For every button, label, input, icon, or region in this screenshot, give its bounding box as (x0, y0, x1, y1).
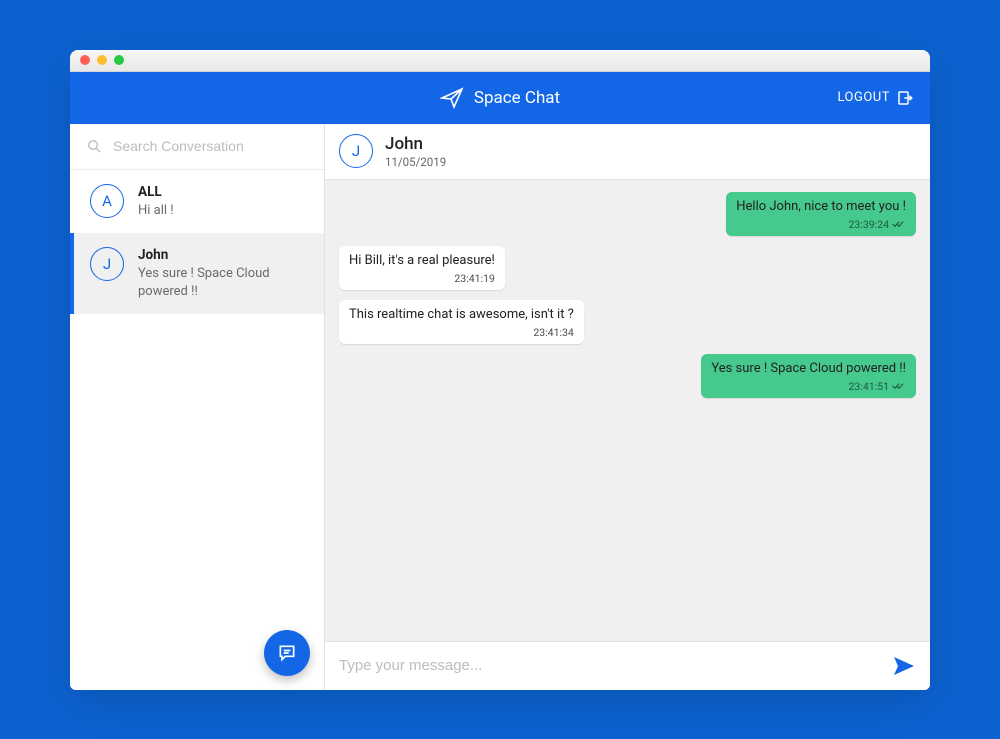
chat-icon (277, 643, 297, 663)
message-meta: 23:41:51 (711, 380, 906, 393)
logout-button[interactable]: LOGOUT (837, 89, 914, 107)
search-bar (70, 124, 324, 170)
message-text: Hello John, nice to meet you ! (736, 199, 906, 214)
message-text: This realtime chat is awesome, isn't it … (349, 307, 574, 322)
avatar: J (339, 134, 373, 168)
avatar: A (90, 184, 124, 218)
search-icon (86, 138, 103, 155)
app-bar: Space Chat LOGOUT (70, 72, 930, 124)
message-received: This realtime chat is awesome, isn't it … (339, 300, 584, 344)
chat-contact-name: John (385, 134, 446, 154)
message-time: 23:41:34 (533, 326, 574, 339)
new-chat-button[interactable] (264, 630, 310, 676)
app-window: Space Chat LOGOUT A (70, 50, 930, 690)
window-minimize-button[interactable] (97, 55, 107, 65)
read-receipt-icon (892, 219, 906, 229)
conversation-preview: Hi all ! (138, 202, 174, 220)
message-time: 23:39:24 (849, 218, 890, 231)
conversation-title: ALL (138, 184, 174, 200)
conversation-list: A ALL Hi all ! J John Yes sure ! Space C… (70, 170, 324, 690)
read-receipt-icon (892, 381, 906, 391)
composer-input[interactable] (339, 657, 880, 674)
paper-plane-icon (440, 86, 464, 110)
conversation-item[interactable]: J John Yes sure ! Space Cloud powered !! (70, 233, 324, 314)
message-meta: 23:39:24 (736, 218, 906, 231)
app-body: A ALL Hi all ! J John Yes sure ! Space C… (70, 124, 930, 690)
search-input[interactable] (113, 138, 308, 154)
message-sent: Yes sure ! Space Cloud powered !! 23:41:… (701, 354, 916, 398)
message-meta: 23:41:34 (349, 326, 574, 339)
conversation-title: John (138, 247, 308, 263)
message-meta: 23:41:19 (349, 272, 495, 285)
chat-date: 11/05/2019 (385, 155, 446, 169)
app-title: Space Chat (474, 88, 560, 108)
avatar: J (90, 247, 124, 281)
send-button[interactable] (892, 654, 916, 678)
message-text: Hi Bill, it's a real pleasure! (349, 253, 495, 268)
chat-panel: J John 11/05/2019 Hello John, nice to me… (325, 124, 930, 690)
send-icon (892, 654, 916, 678)
messages-list: Hello John, nice to meet you ! 23:39:24 … (325, 180, 930, 641)
window-close-button[interactable] (80, 55, 90, 65)
window-maximize-button[interactable] (114, 55, 124, 65)
message-received: Hi Bill, it's a real pleasure! 23:41:19 (339, 246, 505, 290)
conversation-preview: Yes sure ! Space Cloud powered !! (138, 265, 308, 300)
message-sent: Hello John, nice to meet you ! 23:39:24 (726, 192, 916, 236)
message-time: 23:41:19 (454, 272, 495, 285)
window-titlebar (70, 50, 930, 72)
app-brand: Space Chat (440, 86, 560, 110)
chat-header: J John 11/05/2019 (325, 124, 930, 180)
sidebar: A ALL Hi all ! J John Yes sure ! Space C… (70, 124, 325, 690)
composer (325, 641, 930, 690)
message-text: Yes sure ! Space Cloud powered !! (711, 361, 906, 376)
logout-label: LOGOUT (837, 90, 890, 105)
message-time: 23:41:51 (849, 380, 890, 393)
logout-icon (896, 89, 914, 107)
conversation-item[interactable]: A ALL Hi all ! (70, 170, 324, 234)
